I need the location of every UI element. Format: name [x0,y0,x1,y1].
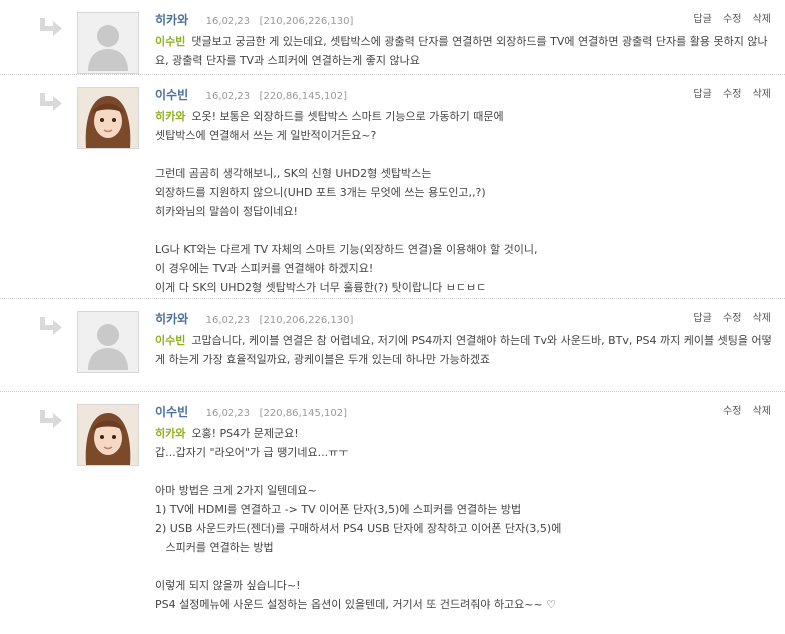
reply-button[interactable]: 답글 [693,14,711,25]
comment-actions: 답글 수정 삭제 [685,311,771,327]
comment-line [155,557,775,576]
comment-actions: 수정 삭제 [715,404,771,420]
comment-line [155,145,775,164]
comment-list: 히카와 16,02,23 [210,206,226,130] 답글 수정 삭제 … [0,0,785,622]
avatar-default[interactable] [77,12,139,74]
comment-header: 히카와 16,02,23 [210,206,226,130] 답글 수정 삭제 [155,12,785,28]
edit-button[interactable]: 수정 [723,14,741,25]
comment-mention[interactable]: 이수빈 [155,334,185,347]
avatar-photo[interactable] [77,404,139,466]
default-user-icon [78,13,138,73]
comment-line: 외장하드를 지원하지 않으니(UHD 포트 3개는 무엇에 쓰는 용도인고,,?… [155,186,486,199]
reply-arrow-icon [40,93,62,111]
comment-line: 갑...갑자기 "라오어"가 급 땡기네요...ㅠㅜ [155,446,349,459]
comment-item: 이수빈 16,02,23 [220,86,145,102] 수정 삭제 히카와 오… [0,392,785,622]
comment-line: 2) USB 사운드카드(젠더)를 구매하셔서 PS4 USB 단자에 장착하고… [155,522,562,535]
delete-button[interactable]: 삭제 [753,89,771,100]
comment-line: 이렇게 되지 않을까 싶습니다~! [155,579,301,592]
delete-button[interactable]: 삭제 [753,313,771,324]
profile-photo-icon [78,405,138,465]
comment-author[interactable]: 이수빈 [155,405,188,419]
comment-ip: [220,86,145,102] [259,91,347,102]
comment-body: 이수빈 댓글보고 궁금한 게 있는데요, 셋탑박스에 광출력 단자를 연결하면 외… [155,32,775,70]
comment-text: 고맙습니다, 케이블 연결은 참 어렵네요, 저기에 PS4까지 연결해야 하는… [155,334,772,366]
comment-header: 이수빈 16,02,23 [220,86,145,102] 답글 수정 삭제 [155,87,785,103]
comment-line: 아마 방법은 크게 2가지 일텐데요~ [155,484,317,497]
comment-body: 히카와 오홍! PS4가 문제군요! 갑...갑자기 "라오어"가 급 땡기네요.… [155,424,775,614]
comment-body: 히카와 오옷! 보통은 외장하드를 셋탑박스 스마트 기능으로 가동하기 때문에 … [155,107,775,297]
comment-line [155,221,775,240]
comment-line: 히카와 오홍! PS4가 문제군요! [155,427,299,440]
comment-line: 셋탑박스에 연결해서 쓰는 게 일반적이거든요~? [155,129,377,142]
comment-body: 이수빈 고맙습니다, 케이블 연결은 참 어렵네요, 저기에 PS4까지 연결해야… [155,331,775,369]
comment-author[interactable]: 히카와 [155,312,188,326]
comment-line: 히카와 오옷! 보통은 외장하드를 셋탑박스 스마트 기능으로 가동하기 때문에 [155,110,504,123]
comment-header: 히카와 16,02,23 [210,206,226,130] 답글 수정 삭제 [155,311,785,327]
comment-mention[interactable]: 히카와 [155,427,185,440]
delete-button[interactable]: 삭제 [753,14,771,25]
edit-button[interactable]: 수정 [723,89,741,100]
avatar-photo[interactable] [77,87,139,149]
comment-item: 이수빈 16,02,23 [220,86,145,102] 답글 수정 삭제 히… [0,75,785,299]
default-user-icon [78,312,138,372]
comment-line: 스피커를 연결하는 방법 [155,541,274,554]
comment-ip: [210,206,226,130] [259,315,354,326]
comment-line [155,462,775,481]
comment-mention[interactable]: 이수빈 [155,35,185,48]
comment-line: PS4 설정메뉴에 사운드 설정하는 옵션이 있을텐데, 거기서 또 건드려줘야… [155,598,557,611]
comment-actions: 답글 수정 삭제 [685,12,771,28]
comment-date: 16,02,23 [205,315,251,326]
comment-date: 16,02,23 [205,91,251,102]
edit-button[interactable]: 수정 [723,406,741,417]
comment-mention[interactable]: 히카와 [155,110,185,123]
comment-line: 히카와님의 말씀이 정답이네요! [155,205,298,218]
comment-ip: [220,86,145,102] [259,408,347,419]
edit-button[interactable]: 수정 [723,313,741,324]
comment-line: 이게 다 SK의 UHD2형 셋탑박스가 너무 훌륭한(?) 탓이랍니다 ㅂㄷㅂ… [155,281,487,294]
comment-item: 히카와 16,02,23 [210,206,226,130] 답글 수정 삭제 … [0,0,785,75]
comment-header: 이수빈 16,02,23 [220,86,145,102] 수정 삭제 [155,404,785,420]
comment-line: 그런데 곰곰히 생각해보니,, SK의 신형 UHD2형 셋탑박스는 [155,167,432,180]
reply-button[interactable]: 답글 [693,89,711,100]
comment-author[interactable]: 이수빈 [155,88,188,102]
comment-line: LG나 KT와는 다르게 TV 자체의 스마트 기능(외장하드 연결)을 이용해… [155,243,538,256]
reply-arrow-icon [40,410,62,428]
comment-actions: 답글 수정 삭제 [685,87,771,103]
comment-line: 이 경우에는 TV과 스피커를 연결해야 하겠지요! [155,262,374,275]
comment-item: 히카와 16,02,23 [210,206,226,130] 답글 수정 삭제 … [0,299,785,392]
reply-arrow-icon [40,18,62,36]
comment-date: 16,02,23 [205,16,251,27]
comment-author[interactable]: 히카와 [155,13,188,27]
comment-text: 댓글보고 궁금한 게 있는데요, 셋탑박스에 광출력 단자를 연결하면 외장하드… [155,35,768,67]
comment-date: 16,02,23 [205,408,251,419]
comment-line: 1) TV에 HDMI를 연결하고 -> TV 이어폰 단자(3,5)에 스피커… [155,503,522,516]
avatar-default[interactable] [77,311,139,373]
comment-ip: [210,206,226,130] [259,16,354,27]
reply-arrow-icon [40,317,62,335]
reply-button[interactable]: 답글 [693,313,711,324]
delete-button[interactable]: 삭제 [753,406,771,417]
profile-photo-icon [78,88,138,148]
